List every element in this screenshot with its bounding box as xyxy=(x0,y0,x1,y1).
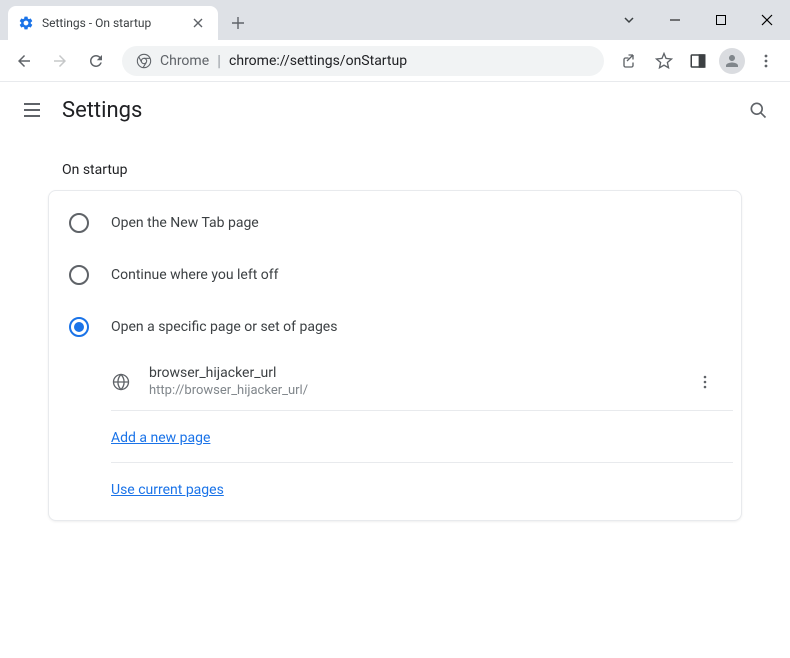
omnibox-separator: | xyxy=(217,51,221,70)
option-specific-page[interactable]: Open a specific page or set of pages xyxy=(49,301,741,353)
option-new-tab[interactable]: Open the New Tab page xyxy=(49,197,741,249)
minimize-button[interactable] xyxy=(652,4,698,36)
reload-button[interactable] xyxy=(80,45,112,77)
new-tab-button[interactable] xyxy=(224,9,252,37)
omnibox-prefix: Chrome xyxy=(160,53,209,69)
profile-button[interactable] xyxy=(716,45,748,77)
radio-icon xyxy=(69,213,89,233)
browser-toolbar: Chrome | chrome://settings/onStartup xyxy=(0,40,790,82)
use-current-link[interactable]: Use current pages xyxy=(111,482,224,498)
page-entry-title: browser_hijacker_url xyxy=(149,365,671,381)
startup-page-entry: browser_hijacker_url http://browser_hija… xyxy=(111,353,733,411)
globe-icon xyxy=(111,372,131,392)
omnibox-url: chrome://settings/onStartup xyxy=(229,53,407,69)
close-window-button[interactable] xyxy=(744,4,790,36)
maximize-button[interactable] xyxy=(698,4,744,36)
address-bar[interactable]: Chrome | chrome://settings/onStartup xyxy=(122,46,604,76)
settings-header: Settings xyxy=(0,82,790,138)
radio-label: Open the New Tab page xyxy=(111,215,259,231)
radio-label: Continue where you left off xyxy=(111,267,279,283)
back-button[interactable] xyxy=(8,45,40,77)
search-button[interactable] xyxy=(746,98,770,122)
hamburger-menu-icon[interactable] xyxy=(20,98,44,122)
section-title: On startup xyxy=(48,142,742,190)
page-title: Settings xyxy=(62,98,142,123)
add-page-link[interactable]: Add a new page xyxy=(111,430,210,446)
share-icon[interactable] xyxy=(614,45,646,77)
startup-card: Open the New Tab page Continue where you… xyxy=(48,190,742,521)
window-titlebar: Settings - On startup xyxy=(0,0,790,40)
page-entry-url: http://browser_hijacker_url/ xyxy=(149,383,671,398)
bookmark-icon[interactable] xyxy=(648,45,680,77)
chrome-icon xyxy=(136,53,152,69)
gear-icon xyxy=(18,15,34,31)
radio-icon xyxy=(69,265,89,285)
use-current-row: Use current pages xyxy=(111,463,733,514)
side-panel-icon[interactable] xyxy=(682,45,714,77)
radio-label: Open a specific page or set of pages xyxy=(111,319,337,335)
close-tab-icon[interactable] xyxy=(190,15,206,31)
avatar-icon xyxy=(719,48,745,74)
more-actions-button[interactable] xyxy=(689,366,721,398)
option-continue[interactable]: Continue where you left off xyxy=(49,249,741,301)
tab-search-icon[interactable] xyxy=(606,4,652,36)
forward-button[interactable] xyxy=(44,45,76,77)
menu-button[interactable] xyxy=(750,45,782,77)
tab-title: Settings - On startup xyxy=(42,16,182,30)
radio-icon xyxy=(69,317,89,337)
add-page-row: Add a new page xyxy=(111,411,733,463)
browser-tab[interactable]: Settings - On startup xyxy=(8,6,218,40)
